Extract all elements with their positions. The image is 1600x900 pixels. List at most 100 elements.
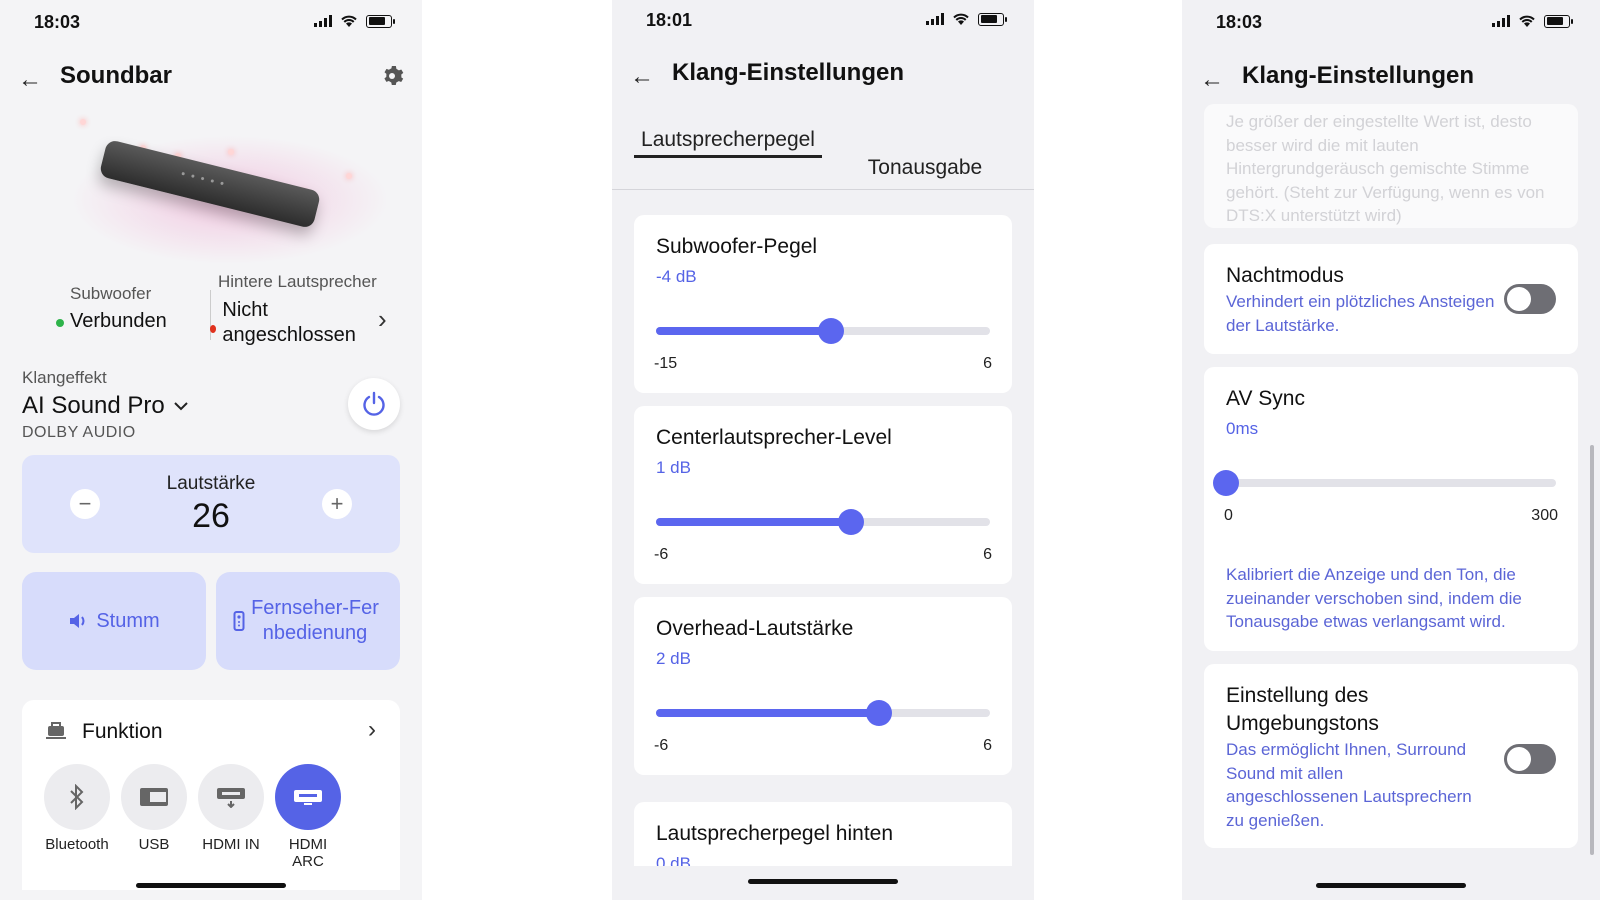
power-button[interactable] — [348, 378, 400, 430]
subwoofer-level-slider[interactable] — [656, 318, 990, 344]
back-arrow-icon[interactable]: ← — [630, 63, 654, 91]
home-indicator — [136, 883, 286, 888]
soundbar-screen: 18:03 ← Soundbar Subwoofer Verbunden Hin… — [0, 0, 422, 900]
sound-effect-section: Klangeffekt AI Sound Pro DOLBY AUDIO — [22, 368, 189, 442]
slider-thumb[interactable] — [865, 700, 892, 726]
subwoofer-status: Subwoofer Verbunden — [56, 284, 167, 333]
slider-value: 2 dB — [656, 649, 691, 668]
source-name: Bluetooth — [45, 836, 109, 853]
gear-icon[interactable] — [380, 64, 404, 88]
app-header: ← Klang-Einstellungen — [612, 55, 1034, 95]
mute-label: Stumm — [96, 609, 160, 632]
page-title: Klang-Einstellungen — [672, 59, 905, 86]
chevron-down-icon — [174, 402, 188, 411]
tab-sound-output[interactable]: Tonausgabe — [830, 154, 1020, 182]
rear-speaker-value: Nicht angeschlossen — [222, 299, 356, 346]
slider-card: Overhead-Lautstärke 2 dB -6 6 — [634, 597, 1012, 775]
av-sync-slider[interactable] — [1213, 470, 1556, 496]
slider-min: -6 — [654, 737, 669, 754]
slider-title: Lautsprecherpegel hinten — [656, 822, 894, 845]
home-indicator — [748, 879, 898, 884]
chevron-right-icon[interactable]: › — [368, 716, 376, 744]
wifi-icon — [341, 15, 357, 27]
signal-icon — [1492, 15, 1510, 27]
status-time: 18:01 — [646, 10, 693, 30]
tv-remote-label: Fernseher-Fernbedienung — [251, 597, 379, 644]
function-card: Funktion › Bluetooth USB HDMI IN HDMI AR… — [22, 700, 400, 890]
status-time: 18:03 — [1216, 12, 1263, 32]
overhead-volume-slider[interactable] — [656, 700, 990, 726]
signal-icon — [926, 13, 944, 25]
wifi-icon — [953, 13, 969, 25]
night-mode-title: Nachtmodus — [1226, 264, 1344, 287]
status-icons — [1492, 14, 1573, 28]
hdmi-arc-icon — [294, 790, 322, 805]
status-icons — [926, 12, 1007, 26]
back-arrow-icon[interactable]: ← — [1200, 66, 1224, 94]
slider-value: -4 dB — [656, 267, 697, 286]
status-icons — [314, 14, 395, 28]
usb-icon — [140, 788, 168, 806]
home-indicator — [1316, 883, 1466, 888]
surround-card: Einstellung des Umgebungstons Das ermögl… — [1204, 664, 1578, 848]
volume-down-button[interactable]: − — [70, 489, 100, 519]
slider-max: 300 — [1531, 507, 1558, 524]
disconnected-dot — [210, 325, 217, 333]
slider-value: 0 dB — [656, 854, 691, 866]
slider-min: -15 — [654, 355, 678, 372]
slider-thumb[interactable] — [1213, 470, 1239, 496]
remote-icon — [233, 611, 245, 631]
source-bluetooth[interactable]: Bluetooth — [42, 764, 112, 853]
source-hdmi-arc[interactable]: HDMI ARC — [273, 764, 343, 870]
function-title: Funktion — [82, 720, 163, 743]
sound-effect-value: AI Sound Pro — [22, 392, 165, 419]
speaker-status: Subwoofer Verbunden Hintere Lautsprecher… — [0, 272, 422, 352]
volume-up-button[interactable]: + — [322, 489, 352, 519]
sound-settings-screen-levels: 18:01 ← Klang-Einstellungen Lautsprecher… — [612, 0, 1034, 900]
status-bar: 18:03 — [0, 10, 422, 34]
mute-button[interactable]: Stumm — [22, 572, 206, 670]
subwoofer-label: Subwoofer — [70, 284, 152, 303]
wifi-icon — [1519, 15, 1535, 27]
scrollbar[interactable] — [1590, 445, 1594, 855]
chevron-right-icon[interactable]: › — [378, 304, 387, 335]
source-usb[interactable]: USB — [119, 764, 189, 853]
minus-icon: − — [78, 491, 92, 516]
slider-title: Centerlautsprecher-Level — [656, 426, 892, 449]
av-sync-card: AV Sync 0ms 0 300 Kalibriert die Anzeige… — [1204, 367, 1578, 651]
source-hdmi-in[interactable]: HDMI IN — [196, 764, 266, 853]
app-header: ← Soundbar — [0, 58, 422, 98]
status-bar: 18:03 — [1182, 10, 1600, 34]
slider-min: 0 — [1224, 507, 1233, 524]
app-header: ← Klang-Einstellungen — [1182, 58, 1600, 98]
av-sync-title: AV Sync — [1226, 387, 1305, 410]
sound-effect-label: Klangeffekt — [22, 368, 107, 387]
slider-max: 6 — [983, 737, 992, 754]
slider-thumb[interactable] — [817, 318, 844, 344]
slider-max: 6 — [983, 546, 992, 563]
rear-speaker-status[interactable]: Hintere Lautsprecher Nicht angeschlossen — [210, 272, 377, 348]
sound-effect-dropdown[interactable]: AI Sound Pro — [22, 392, 189, 420]
surround-toggle[interactable] — [1504, 744, 1556, 774]
faded-description: Je größer der eingestellte Wert ist, des… — [1204, 104, 1578, 228]
back-arrow-icon[interactable]: ← — [18, 66, 42, 94]
slider-max: 6 — [983, 355, 992, 372]
input-source-icon — [46, 722, 66, 739]
tab-bar: Lautsprecherpegel Tonausgabe — [612, 120, 1034, 190]
slider-thumb[interactable] — [837, 509, 864, 535]
surround-title: Einstellung des Umgebungstons — [1226, 684, 1379, 735]
tab-speaker-level[interactable]: Lautsprecherpegel — [634, 126, 822, 158]
sound-settings-screen-output: 18:03 ← Klang-Einstellungen Je größer de… — [1182, 0, 1600, 900]
tv-remote-button[interactable]: Fernseher-Fernbedienung — [216, 572, 400, 670]
page-title: Soundbar — [60, 62, 172, 89]
surround-description: Das ermöglicht Ihnen, Surround Sound mit… — [1226, 740, 1472, 830]
status-time: 18:03 — [34, 12, 81, 32]
source-name: HDMI IN — [202, 836, 260, 853]
plus-icon: + — [330, 491, 344, 516]
battery-icon — [1544, 14, 1573, 28]
slider-min: -6 — [654, 546, 669, 563]
night-mode-toggle[interactable] — [1504, 284, 1556, 314]
center-level-slider[interactable] — [656, 509, 990, 535]
page-title: Klang-Einstellungen — [1242, 62, 1475, 89]
slider-value: 1 dB — [656, 458, 691, 477]
